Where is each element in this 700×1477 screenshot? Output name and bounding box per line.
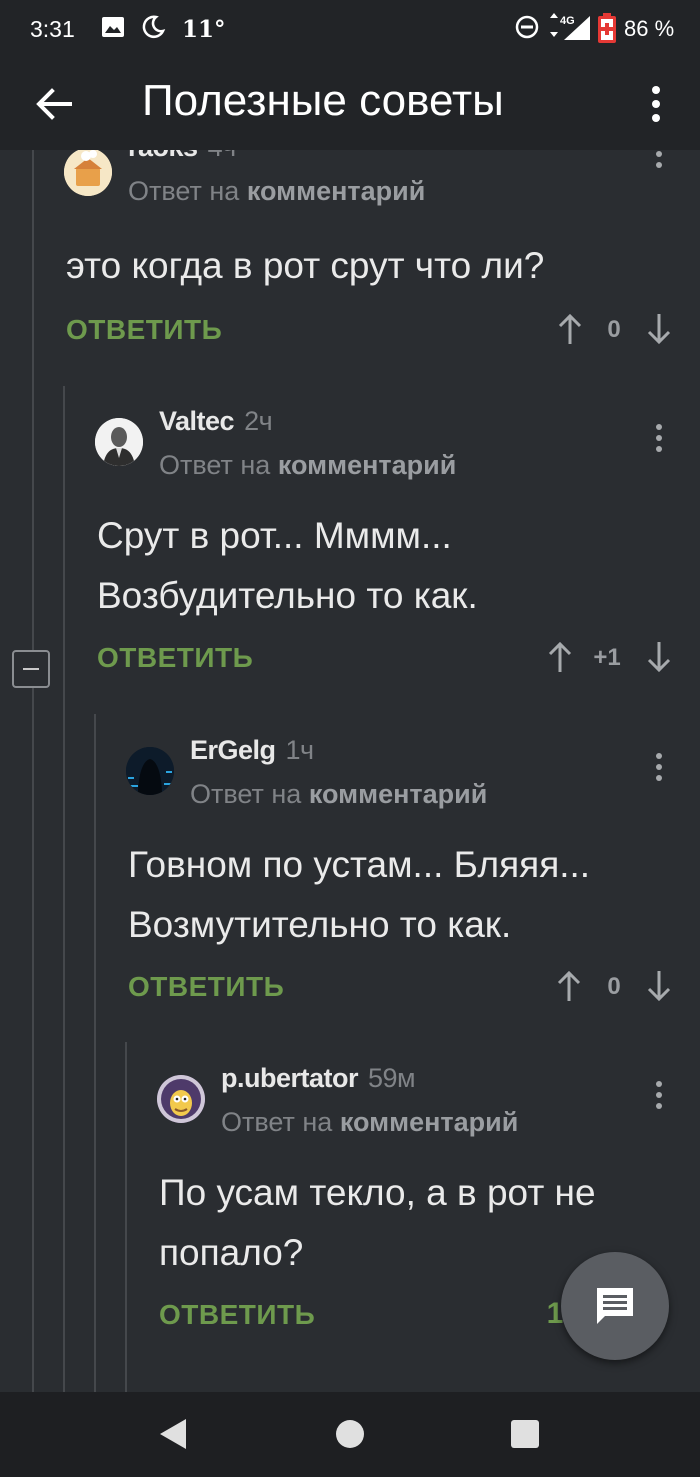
reply-to-prefix: Ответ на [190,779,302,809]
status-bar: 3:31 11° 4G 86 % [0,0,700,58]
downvote-arrow-icon[interactable] [646,969,672,1003]
comment-body: По усам текло, а в рот не попало? [159,1163,596,1283]
upvote-arrow-icon[interactable] [556,969,582,1003]
reply-button[interactable]: ОТВЕТИТЬ [159,1299,315,1331]
comment-text-line: это когда в рот срут что ли? [66,245,545,286]
username-text[interactable]: ErGelg [190,735,276,765]
avatar-image [64,150,112,196]
thread-line-level-3 [125,1042,127,1392]
comment-time: 1ч [285,735,315,765]
username-text[interactable]: raoks [128,150,198,162]
upvote-arrow-icon[interactable] [547,640,573,674]
thread-line-level-0 [32,150,34,1392]
comment-time: 59м [368,1063,416,1093]
back-arrow-icon[interactable] [30,80,78,128]
reply-to-prefix: Ответ на [128,176,240,206]
comment-ergelg: ErGelg 1ч Ответ на комментарий Говном по … [126,733,676,1013]
nav-back-icon[interactable] [158,1417,188,1451]
comment-text-line: Срут в рот... Мммм... [97,515,452,556]
system-nav-bar [0,1392,700,1477]
comments-thread[interactable]: raoks 4ч Ответ на комментарий это когда в… [0,150,700,1392]
comment-text-line: Возбудительно то как. [97,575,478,616]
comment-text-line: Возмутительно то как. [128,904,512,945]
do-not-disturb-moon-icon [142,15,166,38]
reply-to-line: Ответ на комментарий [221,1107,518,1138]
nav-home-icon[interactable] [336,1420,364,1448]
comment-time: 4ч [208,150,237,162]
comment-icon [597,1288,633,1324]
comment-text-line: Говном по устам... Бляяя... [128,844,591,885]
comment-menu-icon[interactable] [654,422,664,454]
nav-recents-icon[interactable] [511,1420,539,1448]
avatar[interactable] [157,1075,205,1123]
comment-menu-icon[interactable] [654,1079,664,1111]
comment-body: Срут в рот... Мммм... Возбудительно то к… [97,506,478,626]
comment-menu-icon[interactable] [654,150,664,170]
reply-button[interactable]: ОТВЕТИТЬ [97,642,253,674]
reply-to-link[interactable]: комментарий [340,1107,519,1137]
downvote-arrow-icon[interactable] [646,640,672,674]
status-time: 3:31 [30,16,75,42]
comment-username[interactable]: ErGelg 1ч [190,735,314,766]
write-comment-fab[interactable] [561,1252,669,1360]
reply-to-line: Ответ на комментарий [190,779,487,810]
reply-to-prefix: Ответ на [159,450,271,480]
reply-to-link[interactable]: комментарий [247,176,426,206]
comment-body: Говном по устам... Бляяя... Возмутительн… [128,835,590,955]
reply-to-line: Ответ на комментарий [128,176,425,207]
battery-percentage: 86 % [624,16,675,41]
comment-username[interactable]: Valtec 2ч [159,406,273,437]
username-text[interactable]: p.ubertator [221,1063,359,1093]
avatar[interactable] [95,418,143,466]
status-temperature: 11° [182,16,226,43]
thread-line-level-1 [63,386,65,1392]
battery-icon [598,13,616,43]
comment-score: 0 [607,316,621,343]
comment-score: 0 [607,973,621,1000]
page-title: Полезные советы [142,76,504,125]
username-text[interactable]: Valtec [159,406,235,436]
avatar[interactable] [64,150,112,196]
comment-username[interactable]: raoks 4ч [128,150,236,163]
avatar[interactable] [126,747,174,795]
comment-body: это когда в рот срут что ли? [66,236,544,296]
comment-valtec: Valtec 2ч Ответ на комментарий Срут в рот… [95,404,675,684]
reply-button[interactable]: ОТВЕТИТЬ [128,971,284,1003]
comment-time: 2ч [244,406,273,436]
upvote-arrow-icon[interactable] [557,312,583,346]
collapse-thread-button[interactable] [12,650,50,688]
comment-menu-icon[interactable] [654,751,664,783]
app-bar: Полезные советы [0,58,700,150]
comment-text-line: По усам текло, а в рот не [159,1172,596,1213]
thread-line-level-2 [94,714,96,1392]
reply-to-link[interactable]: комментарий [278,450,457,480]
reply-to-link[interactable]: комментарий [309,779,488,809]
comment-username[interactable]: p.ubertator 59м [221,1063,416,1094]
comment-raoks: raoks 4ч Ответ на комментарий это когда в… [64,150,674,345]
minus-circle-icon [515,15,539,39]
signal-4g-icon: 4G [550,13,590,40]
reply-button[interactable]: ОТВЕТИТЬ [66,314,222,346]
downvote-arrow-icon[interactable] [646,312,672,346]
reply-to-prefix: Ответ на [221,1107,333,1137]
avatar-image [157,1075,205,1123]
comment-text-line: попало? [159,1232,304,1273]
avatar-image [126,747,174,795]
comment-score: +1 [593,644,621,671]
avatar-image [95,418,143,466]
image-icon [102,17,124,37]
more-options-icon[interactable] [644,82,668,126]
svg-text:4G: 4G [560,15,575,27]
reply-to-line: Ответ на комментарий [159,450,456,481]
